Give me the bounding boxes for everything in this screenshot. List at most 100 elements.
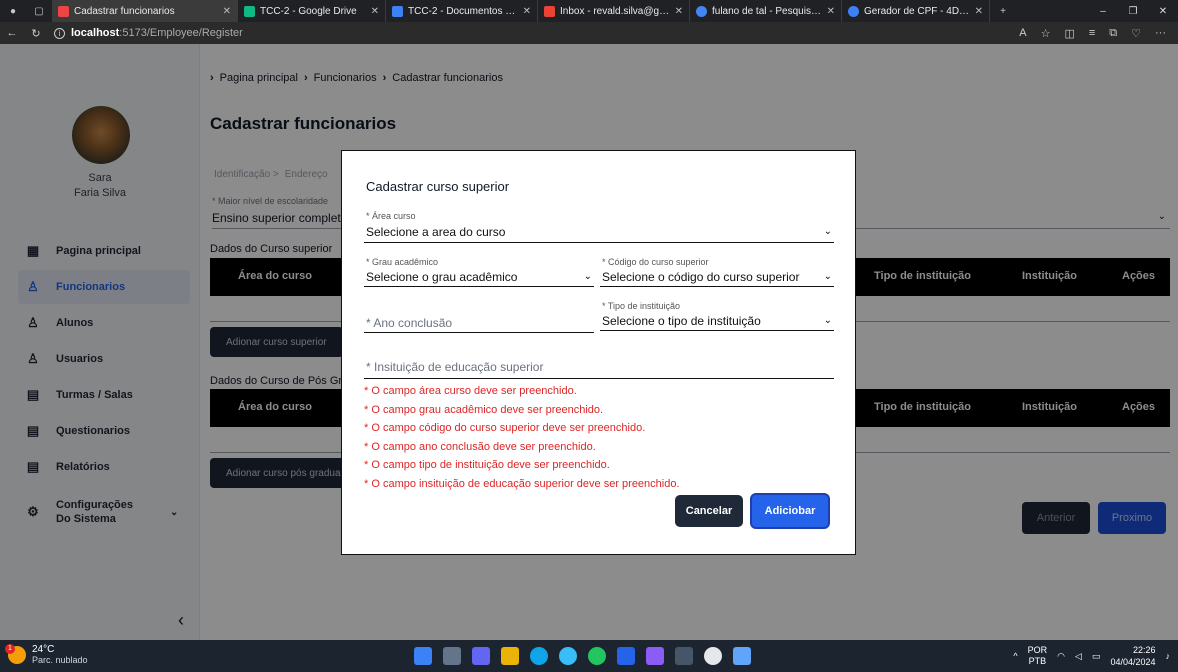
chevron-down-icon: ⌄	[823, 315, 832, 326]
clock-date: 04/04/2024	[1110, 657, 1156, 667]
restore-icon[interactable]: ❐	[1118, 6, 1148, 17]
close-tab-icon[interactable]: ✕	[523, 6, 531, 17]
area-curso-value: Selecione a area do curso	[366, 225, 506, 239]
cadastrar-curso-modal: Cadastrar curso superior * Área curso Se…	[341, 150, 856, 555]
tab-title: fulano de tal - Pesquisa Google	[712, 5, 822, 17]
app-icon[interactable]	[733, 647, 751, 665]
vs-icon[interactable]	[646, 647, 664, 665]
collections-icon[interactable]: ⧉	[1109, 27, 1117, 40]
vscode-icon[interactable]	[617, 647, 635, 665]
grau-academico-select[interactable]: * Grau acadêmico Selecione o grau acadêm…	[364, 255, 594, 287]
os-taskbar: 1 24°C Parc. nublado ^ POR PTB ◠ ◁ ▭ 22:…	[0, 640, 1178, 672]
tipo-instituicao-select[interactable]: * Tipo de instituição Selecione o tipo d…	[600, 299, 834, 331]
url-field[interactable]: i localhost:5173/Employee/Register	[54, 27, 1019, 39]
profile-icon[interactable]: ●	[0, 0, 26, 22]
browser-tab[interactable]: Inbox - revald.silva@gmail.com ✕	[538, 0, 690, 22]
new-tab-icon[interactable]: +	[990, 0, 1016, 22]
tab-favicon-icon	[544, 5, 555, 17]
grau-academico-value: Selecione o grau acadêmico	[366, 270, 518, 284]
volume-icon[interactable]: ◁	[1075, 651, 1082, 662]
terminal-icon[interactable]	[675, 647, 693, 665]
whatsapp-icon[interactable]	[588, 647, 606, 665]
split-screen-icon[interactable]: ◫	[1064, 27, 1074, 40]
weather-icon: 1	[5, 644, 26, 664]
windows-start-icon[interactable]	[414, 647, 432, 665]
error-message: * O campo insituição de educação superio…	[364, 477, 680, 490]
tipo-instituicao-value: Selecione o tipo de instituição	[602, 314, 761, 328]
error-message: * O campo grau acadêmico deve ser preenc…	[364, 403, 604, 416]
read-aloud-icon[interactable]: A	[1019, 27, 1026, 40]
ano-conclusao-input[interactable]: * Ano conclusão	[364, 301, 594, 333]
error-message: * O campo tipo de instituição deve ser p…	[364, 459, 610, 471]
system-tray: ^ POR PTB ◠ ◁ ▭ 22:26 04/04/2024 ♪	[1013, 644, 1170, 668]
browser-toolbar: A ☆ ◫ ≡ ⧉ ♡ ···	[1019, 27, 1178, 40]
tab-favicon-icon	[392, 5, 403, 17]
teams-icon[interactable]	[472, 647, 490, 665]
error-message: * O campo código do curso superior deve …	[364, 422, 646, 434]
browser-tab[interactable]: Gerador de CPF - 4Devs ✕	[842, 0, 990, 22]
tipo-instituicao-label: * Tipo de instituição	[602, 301, 681, 311]
url-path: :5173/Employee/Register	[119, 27, 243, 39]
chevron-down-icon: ⌄	[823, 226, 832, 237]
codigo-curso-label: * Código do curso superior	[602, 257, 709, 267]
favorites-icon[interactable]: ≡	[1089, 27, 1095, 40]
language-indicator[interactable]: POR PTB	[1028, 645, 1048, 667]
browser-tab[interactable]: TCC-2 - Google Drive ✕	[238, 0, 386, 22]
url-host: localhost	[71, 27, 120, 39]
cancel-button[interactable]: Cancelar	[675, 495, 743, 527]
edge-icon[interactable]	[530, 647, 548, 665]
chevron-down-icon: ⌄	[583, 271, 592, 282]
chevron-down-icon: ⌄	[823, 271, 832, 282]
window-controls: – ❐ ✕	[1088, 6, 1178, 17]
area-curso-label: * Área curso	[366, 211, 416, 221]
minimize-icon[interactable]: –	[1088, 6, 1118, 17]
close-window-icon[interactable]: ✕	[1148, 6, 1178, 17]
github-icon[interactable]	[704, 647, 722, 665]
close-tab-icon[interactable]: ✕	[827, 6, 835, 17]
tab-title: Inbox - revald.silva@gmail.com	[560, 5, 670, 17]
tab-favicon-icon	[58, 5, 69, 17]
app-icon[interactable]	[559, 647, 577, 665]
tab-title: TCC-2 - Documentos Google	[408, 5, 518, 17]
error-message: * O campo ano conclusão deve ser preench…	[364, 440, 596, 453]
back-icon[interactable]: ←	[0, 27, 24, 39]
file-explorer-icon[interactable]	[501, 647, 519, 665]
add-button[interactable]: Adiciobar	[750, 493, 830, 529]
address-bar: ← ↻ i localhost:5173/Employee/Register A…	[0, 22, 1178, 44]
close-tab-icon[interactable]: ✕	[371, 6, 379, 17]
modal-title: Cadastrar curso superior	[366, 179, 510, 194]
close-tab-icon[interactable]: ✕	[675, 6, 683, 17]
lang-code: POR	[1027, 645, 1048, 655]
browser-tab[interactable]: fulano de tal - Pesquisa Google ✕	[690, 0, 842, 22]
instituicao-input[interactable]: * Insituição de educação superior	[364, 355, 834, 379]
refresh-icon[interactable]: ↻	[24, 27, 48, 40]
area-curso-select[interactable]: * Área curso Selecione a area do curso ⌄	[364, 209, 834, 243]
instituicao-placeholder: * Insituição de educação superior	[366, 360, 544, 374]
close-tab-icon[interactable]: ✕	[975, 6, 983, 17]
favorite-star-icon[interactable]: ☆	[1041, 27, 1051, 40]
wifi-icon[interactable]: ◠	[1057, 651, 1065, 662]
clock-time: 22:26	[1132, 645, 1156, 655]
chevron-up-icon[interactable]: ^	[1013, 651, 1017, 661]
codigo-curso-select[interactable]: * Código do curso superior Selecione o c…	[600, 255, 834, 287]
more-icon[interactable]: ···	[1155, 27, 1166, 40]
tab-favicon-icon	[848, 5, 859, 17]
browser-tab-bar: ● ▢ Cadastrar funcionarios ✕ TCC-2 - Goo…	[0, 0, 1178, 22]
weather-desc: Parc. nublado	[32, 655, 88, 665]
browser-tab[interactable]: TCC-2 - Documentos Google ✕	[386, 0, 538, 22]
taskbar-apps	[414, 647, 751, 665]
clock[interactable]: 22:26 04/04/2024	[1110, 644, 1155, 668]
close-tab-icon[interactable]: ✕	[223, 6, 231, 17]
search-icon[interactable]	[443, 647, 461, 665]
codigo-curso-value: Selecione o código do curso superior	[602, 270, 800, 284]
browser-tab[interactable]: Cadastrar funcionarios ✕	[52, 0, 238, 22]
extensions-icon[interactable]: ♡	[1131, 27, 1141, 40]
notification-bell-icon[interactable]: ♪	[1166, 651, 1171, 661]
tab-actions-icon[interactable]: ▢	[26, 0, 52, 22]
tab-favicon-icon	[696, 5, 707, 17]
info-icon[interactable]: i	[54, 27, 65, 39]
weather-widget[interactable]: 1 24°C Parc. nublado	[5, 644, 88, 665]
lang-layout: PTB	[1028, 656, 1047, 666]
tab-title: TCC-2 - Google Drive	[260, 5, 357, 17]
battery-icon[interactable]: ▭	[1092, 651, 1101, 662]
